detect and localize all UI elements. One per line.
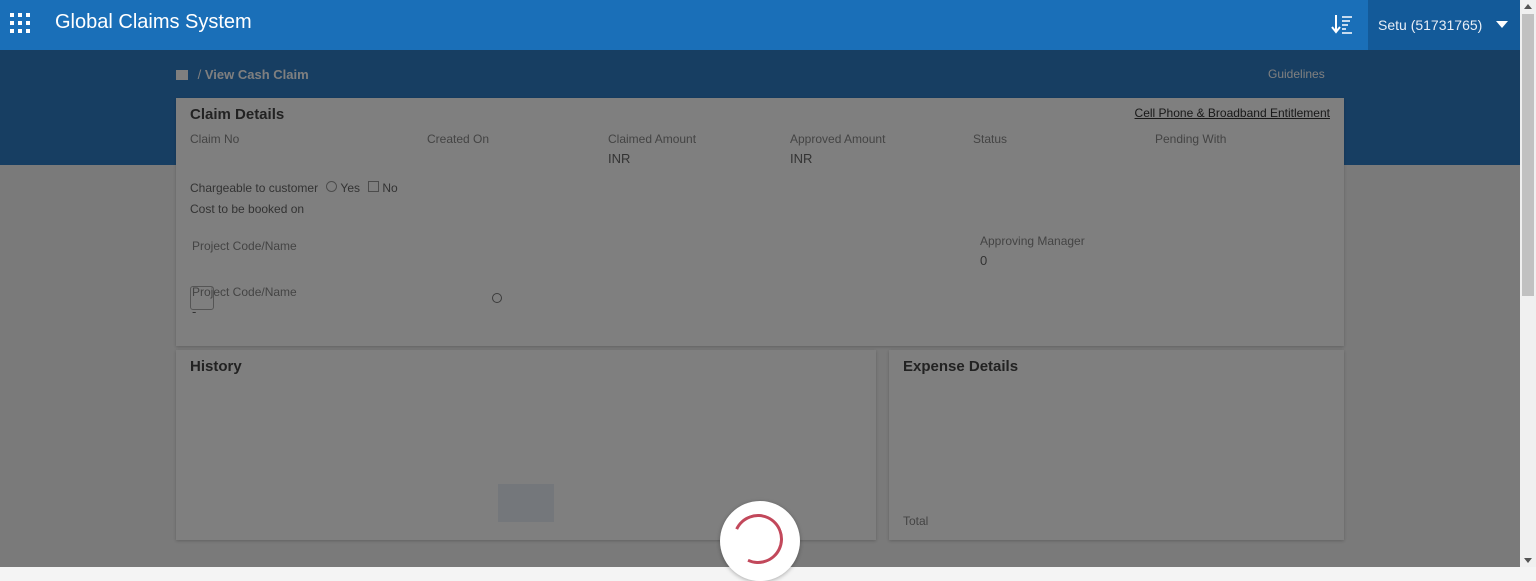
sort-icon[interactable] [1330, 12, 1354, 36]
spinner-icon [725, 506, 791, 572]
scrollbar[interactable] [1520, 0, 1536, 567]
loading-spinner [720, 501, 800, 581]
user-name: Setu (51731765) [1378, 17, 1483, 33]
app-title: Global Claims System [55, 11, 252, 33]
scroll-down-icon[interactable] [1524, 558, 1532, 563]
caret-down-icon[interactable] [1496, 21, 1508, 28]
scroll-thumb[interactable] [1522, 14, 1534, 296]
user-menu[interactable]: Setu (51731765) [1368, 0, 1520, 50]
scroll-up-icon[interactable] [1524, 4, 1532, 9]
top-bar: Global Claims System Setu (51731765) [0, 0, 1520, 50]
apps-icon[interactable] [10, 13, 32, 35]
loading-overlay [0, 0, 1520, 567]
